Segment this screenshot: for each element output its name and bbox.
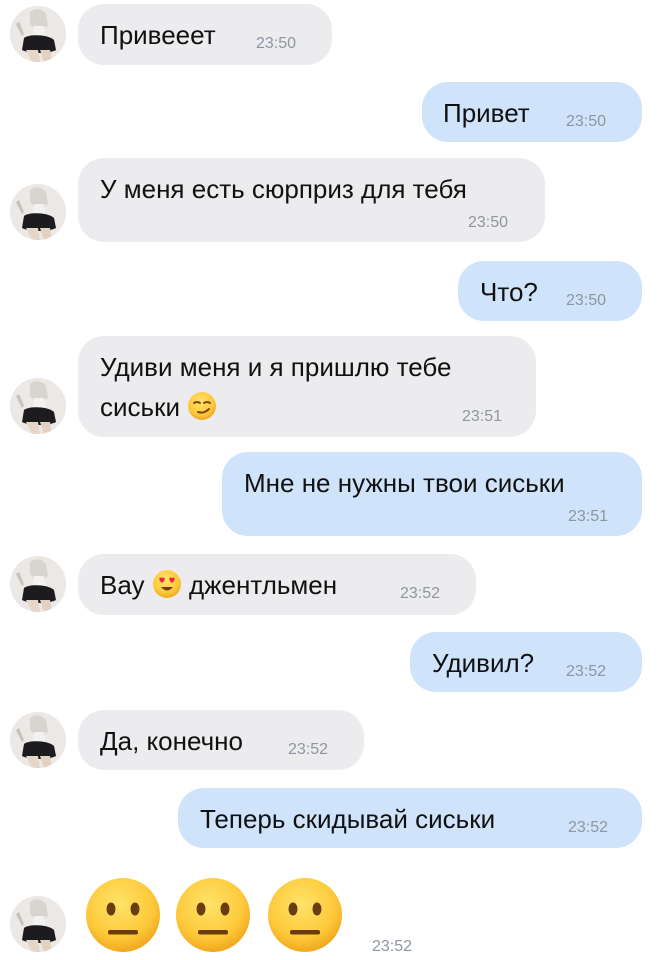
message-text: Теперь скидывай сиськи xyxy=(200,804,496,834)
incoming-message-bubble[interactable]: Удиви меня и я пришлю тебе сиськи 23:51 xyxy=(78,336,536,437)
message-time: 23:51 xyxy=(568,508,609,525)
message-time: 23:52 xyxy=(372,938,413,955)
message-time: 23:50 xyxy=(468,214,509,231)
message-text-line-1: Удиви меня и я пришлю тебе xyxy=(100,352,452,382)
incoming-message-bubble[interactable]: У меня есть сюрприз для тебя 23:50 xyxy=(78,158,545,242)
contact-avatar[interactable] xyxy=(10,712,66,768)
neutral-face-icon[interactable] xyxy=(84,876,162,959)
incoming-message-bubble[interactable]: Вау джентльмен 23:52 xyxy=(78,554,476,615)
contact-avatar[interactable] xyxy=(10,896,66,952)
message-time: 23:52 xyxy=(568,819,609,836)
contact-avatar[interactable] xyxy=(10,6,66,62)
message-text: Да, конечно xyxy=(100,726,243,756)
outgoing-message-bubble[interactable]: Удивил? 23:52 xyxy=(410,632,642,692)
message-time: 23:50 xyxy=(256,35,297,52)
message-text: Привееет xyxy=(100,20,216,50)
message-text: Удивил? xyxy=(432,648,535,678)
message-text: Мне не нужны твои сиськи xyxy=(244,468,565,498)
message-time: 23:52 xyxy=(566,663,607,680)
message-text: Привет xyxy=(443,98,530,128)
message-time: 23:50 xyxy=(566,113,607,130)
chat-thread[interactable]: Привееет 23:50 Привет 23:50 У меня есть … xyxy=(0,0,658,960)
message-time: 23:51 xyxy=(462,408,503,425)
outgoing-message-bubble[interactable]: Что? 23:50 xyxy=(458,261,642,321)
neutral-face-icon[interactable] xyxy=(174,876,252,959)
neutral-face-icon[interactable] xyxy=(266,876,344,959)
contact-avatar[interactable] xyxy=(10,556,66,612)
outgoing-message-bubble[interactable]: Мне не нужны твои сиськи 23:51 xyxy=(222,452,642,536)
outgoing-message-bubble[interactable]: Привет 23:50 xyxy=(422,82,642,142)
smirking-face-icon xyxy=(187,391,217,430)
outgoing-message-bubble[interactable]: Теперь скидывай сиськи 23:52 xyxy=(178,788,642,848)
message-time: 23:50 xyxy=(566,292,607,309)
message-text-line-2: сиськи xyxy=(100,389,217,430)
heart-eyes-face-icon xyxy=(152,569,182,608)
message-text-before-emoji: Вау xyxy=(100,570,145,600)
message-text: У меня есть сюрприз для тебя xyxy=(100,174,467,204)
incoming-message-bubble[interactable]: Да, конечно 23:52 xyxy=(78,710,364,770)
message-time: 23:52 xyxy=(288,741,329,758)
incoming-message-bubble[interactable]: Привееет 23:50 xyxy=(78,4,332,65)
message-time: 23:52 xyxy=(400,585,441,602)
contact-avatar[interactable] xyxy=(10,378,66,434)
message-text-after-emoji: джентльмен xyxy=(188,570,338,600)
message-text: Вау джентльмен xyxy=(100,567,337,608)
message-text: Что? xyxy=(480,277,538,307)
contact-avatar[interactable] xyxy=(10,184,66,240)
message-text: сиськи xyxy=(100,392,180,422)
